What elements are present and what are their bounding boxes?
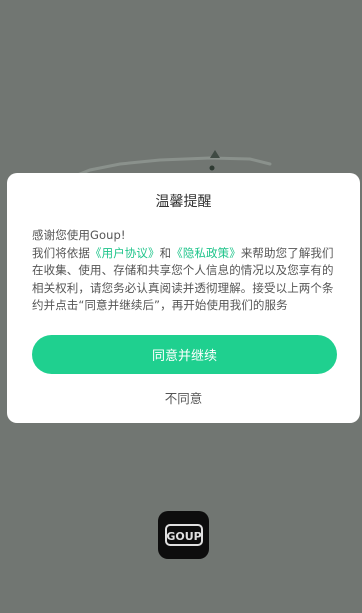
privacy-policy-link[interactable]: 《隐私政策》 xyxy=(171,246,241,260)
privacy-dialog: 温馨提醒 感谢您使用Goup! 我们将依据《用户协议》和《隐私政策》来帮助您了解… xyxy=(7,173,360,423)
agree-continue-button[interactable]: 同意并继续 xyxy=(32,335,337,374)
logo-text: GOUP xyxy=(166,530,201,543)
goup-logo: GOUP xyxy=(158,511,209,559)
policy-paragraph: 我们将依据《用户协议》和《隐私政策》来帮助您了解我们在收集、使用、存储和共享您个… xyxy=(32,245,337,315)
intro-text: 我们将依据 xyxy=(32,245,90,260)
disagree-button[interactable]: 不同意 xyxy=(7,388,360,407)
greeting-text: 感谢您使用Goup! xyxy=(32,228,126,242)
dialog-title: 温馨提醒 xyxy=(155,194,212,210)
conjunction-text: 和 xyxy=(159,245,172,260)
user-agreement-link[interactable]: 《用户协议》 xyxy=(90,246,160,260)
dialog-message: 感谢您使用Goup! 我们将依据《用户协议》和《隐私政策》来帮助您了解我们在收集… xyxy=(32,227,337,315)
goup-logo-icon: GOUP xyxy=(164,524,203,546)
